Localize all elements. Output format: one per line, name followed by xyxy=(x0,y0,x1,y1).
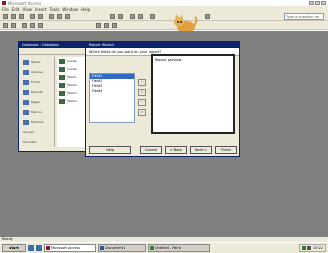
redo-icon[interactable] xyxy=(118,14,123,19)
menu-tools[interactable]: Tools xyxy=(49,7,59,12)
menu-window[interactable]: Window xyxy=(62,7,78,12)
window-title: Microsoft Access xyxy=(8,0,42,6)
page-icon xyxy=(23,99,29,105)
properties-icon[interactable] xyxy=(138,14,143,19)
preview-icon[interactable] xyxy=(38,14,43,19)
new-icon[interactable] xyxy=(3,14,8,19)
object-item[interactable]: Favorites xyxy=(21,137,54,147)
report-preview-pane: Report preview xyxy=(151,54,235,134)
align-center-icon[interactable] xyxy=(104,23,109,28)
align-left-icon[interactable] xyxy=(96,23,101,28)
remove-all-button[interactable]: « xyxy=(138,109,146,116)
quicklaunch-icon[interactable] xyxy=(36,245,42,251)
available-fields-list[interactable]: Field1 Field2 Field3 Field4 xyxy=(89,73,135,123)
table-icon xyxy=(23,59,29,65)
wizard-icon xyxy=(59,66,65,72)
minimize-button[interactable] xyxy=(309,1,314,5)
menu-file[interactable]: File xyxy=(2,7,9,12)
move-buttons: › » ‹ « xyxy=(138,79,146,116)
macro-icon xyxy=(23,109,29,115)
cancel-button[interactable]: Cancel xyxy=(140,146,162,154)
align-right-icon[interactable] xyxy=(112,23,117,28)
list-item[interactable]: Field4 xyxy=(90,89,134,94)
taskbar-button[interactable]: Document1 xyxy=(98,244,146,252)
table-icon xyxy=(59,90,65,96)
table-icon xyxy=(59,98,65,104)
save-icon[interactable] xyxy=(19,14,24,19)
formatting-toolbar xyxy=(0,21,328,30)
bold-icon[interactable] xyxy=(22,23,27,28)
help-icon[interactable] xyxy=(205,14,210,19)
object-item[interactable]: Queries xyxy=(21,67,54,77)
wizard-icon xyxy=(59,58,65,64)
cut-icon[interactable] xyxy=(49,14,54,19)
underline-icon[interactable] xyxy=(38,23,43,28)
relationships-icon[interactable] xyxy=(150,14,155,19)
object-item[interactable]: Groups xyxy=(21,127,54,137)
font-icon[interactable] xyxy=(3,23,8,28)
object-item[interactable]: Macros xyxy=(21,107,54,117)
standard-toolbar: Type a question for help xyxy=(0,12,328,25)
menu-edit[interactable]: Edit xyxy=(12,7,20,12)
object-item[interactable]: Pages xyxy=(21,97,54,107)
finish-button[interactable]: Finish xyxy=(215,146,237,154)
object-item[interactable]: Modules xyxy=(21,117,54,127)
close-button[interactable] xyxy=(321,1,326,5)
objects-bar: Tables Queries Forms Reports Pages Macro… xyxy=(21,57,55,147)
help-button[interactable]: Help xyxy=(89,146,131,154)
volume-icon[interactable] xyxy=(306,246,311,250)
menu-insert[interactable]: Insert xyxy=(35,7,46,12)
object-item[interactable]: Tables xyxy=(21,57,54,67)
report-icon xyxy=(23,89,29,95)
table-icon xyxy=(59,82,65,88)
taskbar: start Microsoft Access Document1 Untitle… xyxy=(0,242,328,253)
maximize-button[interactable] xyxy=(315,1,320,5)
system-tray: 10:22 xyxy=(298,244,326,252)
menu-view[interactable]: View xyxy=(22,7,32,12)
code-icon[interactable] xyxy=(130,14,135,19)
italic-icon[interactable] xyxy=(30,23,35,28)
next-button[interactable]: Next > xyxy=(190,146,212,154)
window-controls xyxy=(309,1,326,5)
query-icon xyxy=(23,69,29,75)
add-field-button[interactable]: › xyxy=(138,79,146,86)
taskbar-button[interactable]: Microsoft Access xyxy=(44,244,96,252)
table-icon xyxy=(59,74,65,80)
font-size-icon[interactable] xyxy=(11,23,16,28)
access-app-icon xyxy=(2,1,6,5)
paint-app-icon xyxy=(150,246,154,250)
object-item[interactable]: Forms xyxy=(21,77,54,87)
copy-icon[interactable] xyxy=(57,14,62,19)
module-icon xyxy=(23,119,29,125)
clock: 10:22 xyxy=(312,246,323,250)
report-wizard-dialog[interactable]: Report Wizard Which fields do you want o… xyxy=(85,41,240,157)
start-button[interactable]: start xyxy=(2,244,26,252)
remove-field-button[interactable]: ‹ xyxy=(138,99,146,106)
taskbar-button[interactable]: Untitled - Paint xyxy=(148,244,210,252)
preview-text: Report preview xyxy=(155,58,182,62)
word-app-icon xyxy=(100,246,104,250)
help-search-input[interactable]: Type a question for help xyxy=(284,13,324,25)
undo-icon[interactable] xyxy=(110,14,115,19)
paste-icon[interactable] xyxy=(65,14,70,19)
object-item[interactable]: Reports xyxy=(21,87,54,97)
open-icon[interactable] xyxy=(11,14,16,19)
quicklaunch-icon[interactable] xyxy=(28,245,34,251)
access-app-icon xyxy=(46,246,50,250)
add-all-button[interactable]: » xyxy=(138,89,146,96)
back-button[interactable]: < Back xyxy=(165,146,187,154)
form-icon xyxy=(23,79,29,85)
print-icon[interactable] xyxy=(30,14,35,19)
menu-help[interactable]: Help xyxy=(81,7,90,12)
network-icon[interactable] xyxy=(301,246,306,250)
